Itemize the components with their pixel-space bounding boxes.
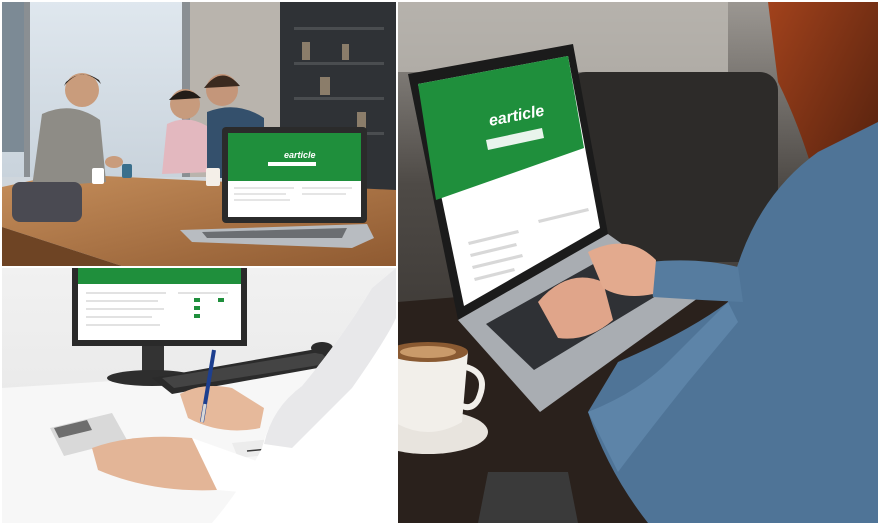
photo-desk-writing xyxy=(2,268,396,523)
photo-students-table: earticle xyxy=(2,2,396,266)
photo-cafe-laptop: earticle xyxy=(398,2,878,523)
earticle-logo-text: earticle xyxy=(284,150,316,160)
